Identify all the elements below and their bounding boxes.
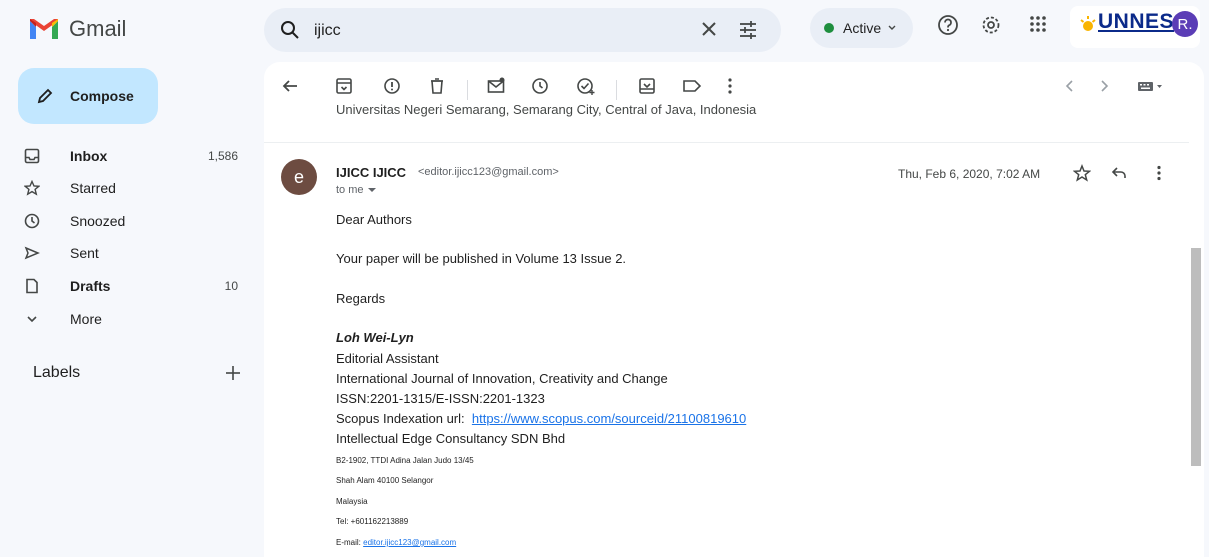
- star-icon: [24, 180, 40, 196]
- add-label-icon[interactable]: [224, 364, 242, 382]
- delete-trash-icon[interactable]: [427, 76, 447, 96]
- mark-unread-icon[interactable]: [486, 76, 506, 96]
- chevron-down-icon: [888, 25, 896, 30]
- scopus-label: Scopus Indexation url:: [336, 411, 465, 426]
- search-icon[interactable]: [280, 20, 300, 40]
- sender-name[interactable]: IJICC IJICC: [336, 165, 406, 180]
- scopus-link[interactable]: https://www.scopus.com/sourceid/21100819…: [472, 411, 746, 426]
- status-dot: [824, 23, 834, 33]
- compose-label: Compose: [70, 88, 134, 104]
- sidebar-item-drafts[interactable]: Drafts 10: [0, 270, 256, 302]
- search-input[interactable]: [312, 18, 696, 44]
- signature-journal: International Journal of Innovation, Cre…: [336, 371, 668, 386]
- signature-email-link[interactable]: editor.ijicc123@gmail.com: [363, 538, 456, 547]
- clock-icon: [24, 213, 40, 229]
- sender-avatar[interactable]: e: [281, 159, 317, 195]
- draft-icon: [26, 278, 38, 294]
- send-icon: [24, 246, 40, 260]
- signature-address-line1: B2-1902, TTDI Adina Jalan Judo 13/45: [336, 456, 474, 465]
- signature-tel: Tel: +601162213889: [336, 517, 409, 526]
- message-divider: [264, 142, 1189, 143]
- signature-address-line2: Shah Alam 40100 Selangor: [336, 476, 434, 485]
- signature-company: Intellectual Edge Consultancy SDN Bhd: [336, 431, 566, 446]
- add-to-tasks-icon[interactable]: [576, 76, 596, 96]
- signature-title: Editorial Assistant: [336, 351, 439, 366]
- search-bar[interactable]: [264, 8, 781, 52]
- scrollbar-thumb[interactable]: [1191, 248, 1201, 466]
- report-spam-icon[interactable]: [382, 76, 402, 96]
- unread-count: 1,586: [207, 149, 238, 163]
- status-selector[interactable]: Active: [810, 8, 913, 48]
- app-name: Gmail: [69, 16, 127, 41]
- sidebar-item-more[interactable]: More: [0, 303, 256, 335]
- email-closing: Regards: [336, 291, 386, 306]
- chevron-down-icon: [27, 316, 37, 323]
- sidebar-item-label: Inbox: [70, 148, 108, 164]
- gmail-m-icon: [30, 19, 58, 39]
- star-icon[interactable]: [1073, 164, 1091, 182]
- snooze-clock-icon[interactable]: [530, 76, 550, 96]
- input-tools-keyboard-icon[interactable]: [1136, 76, 1164, 96]
- back-arrow-icon[interactable]: [280, 76, 300, 96]
- email-greeting: Dear Authors: [336, 212, 412, 227]
- sidebar-item-label: Snoozed: [70, 213, 126, 229]
- signature-issn: ISSN:2201-1315/E-ISSN:2201-1323: [336, 391, 545, 406]
- message-panel: Universitas Negeri Semarang, Semarang Ci…: [264, 62, 1204, 557]
- toolbar-divider: [616, 80, 617, 100]
- settings-gear-icon[interactable]: [980, 14, 1002, 36]
- label-icon[interactable]: [681, 76, 703, 96]
- reply-icon[interactable]: [1110, 164, 1128, 182]
- signature-scopus-line: Scopus Indexation url: https://www.scopu…: [336, 411, 746, 426]
- sidebar-item-label: Starred: [70, 180, 116, 196]
- sidebar-item-label: Sent: [70, 245, 99, 261]
- sidebar-item-snoozed[interactable]: Snoozed: [0, 205, 256, 237]
- message-more-icon[interactable]: [1155, 164, 1163, 182]
- caret-down-icon: [367, 188, 376, 192]
- search-options-icon[interactable]: [737, 19, 759, 41]
- move-to-icon[interactable]: [637, 76, 657, 96]
- sender-email: <editor.ijicc123@gmail.com>: [418, 166, 559, 178]
- sun-logo-icon: [1080, 16, 1096, 31]
- sidebar-item-label: More: [70, 311, 102, 327]
- older-chevron-right-icon[interactable]: [1098, 76, 1110, 96]
- signature-email-line: E-mail: editor.ijicc123@gmail.com: [336, 538, 456, 547]
- email-label: E-mail:: [336, 538, 361, 547]
- status-label: Active: [843, 20, 882, 36]
- labels-heading: Labels: [33, 364, 81, 381]
- org-logo-text: UNNES: [1098, 10, 1175, 33]
- account-avatar[interactable]: R.: [1172, 11, 1198, 37]
- archive-icon[interactable]: [334, 76, 354, 96]
- message-date: Thu, Feb 6, 2020, 7:02 AM: [898, 167, 1041, 181]
- sidebar-item-label: Drafts: [70, 278, 111, 294]
- newer-chevron-left-icon[interactable]: [1064, 76, 1076, 96]
- pencil-icon: [37, 88, 53, 104]
- help-icon[interactable]: [937, 14, 959, 36]
- signature-country: Malaysia: [336, 497, 368, 506]
- clear-search-icon[interactable]: [699, 19, 719, 39]
- email-body-text: Your paper will be published in Volume 1…: [336, 251, 627, 266]
- recipients-text: to me: [336, 184, 364, 196]
- compose-button[interactable]: Compose: [18, 68, 158, 124]
- recipients-toggle[interactable]: to me: [336, 184, 376, 196]
- signature-name: Loh Wei-Lyn: [336, 330, 414, 345]
- draft-count: 10: [224, 279, 238, 293]
- sidebar-item-inbox[interactable]: Inbox 1,586: [0, 140, 256, 172]
- apps-grid-icon[interactable]: [1028, 14, 1048, 34]
- inbox-icon: [24, 148, 40, 164]
- more-options-icon[interactable]: [726, 76, 734, 96]
- sidebar-item-starred[interactable]: Starred: [0, 172, 256, 204]
- sidebar-item-sent[interactable]: Sent: [0, 237, 256, 269]
- toolbar-divider: [467, 80, 468, 100]
- gmail-logo[interactable]: Gmail: [28, 16, 148, 42]
- previous-message-text: Universitas Negeri Semarang, Semarang Ci…: [336, 102, 757, 117]
